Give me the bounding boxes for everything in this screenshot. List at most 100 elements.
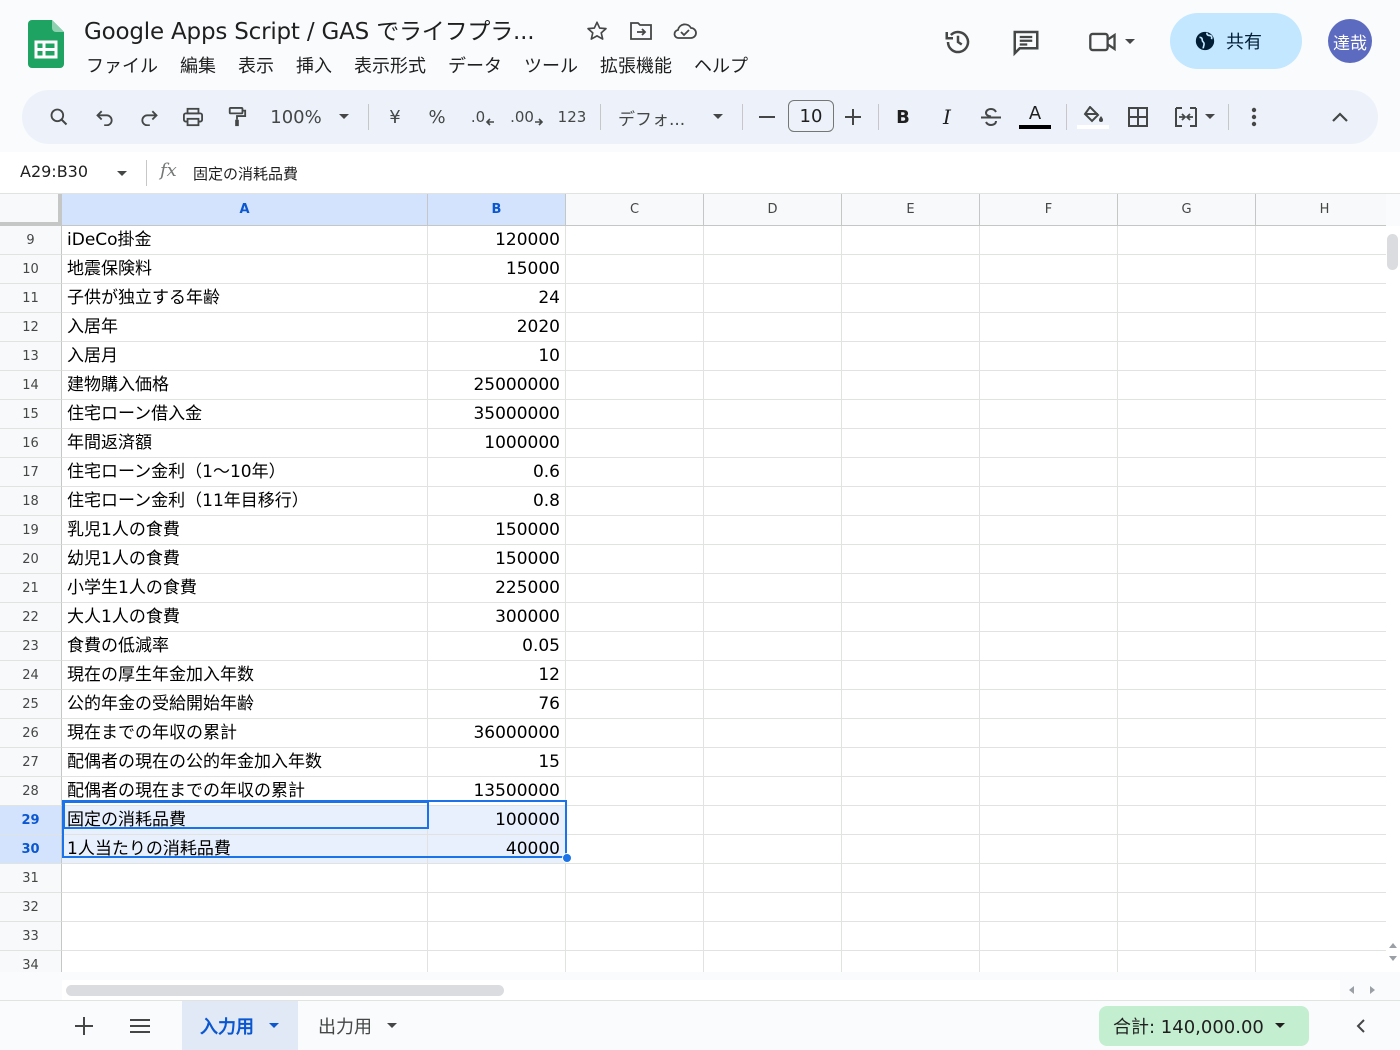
scroll-down-icon[interactable] (1389, 956, 1397, 962)
cell-g[interactable] (1118, 632, 1256, 661)
print-icon[interactable] (178, 90, 208, 144)
bold-button[interactable]: B (890, 90, 916, 144)
cell-f[interactable] (980, 603, 1118, 632)
cell-a[interactable]: 幼児1人の食費 (62, 545, 428, 574)
collapse-menus-icon[interactable] (1326, 90, 1354, 144)
cell-a[interactable]: 小学生1人の食費 (62, 574, 428, 603)
cell-c[interactable] (566, 719, 704, 748)
cell-d[interactable] (704, 313, 842, 342)
row-header[interactable]: 33 (0, 922, 62, 951)
cell-e[interactable] (842, 603, 980, 632)
cell-a[interactable]: 建物購入価格 (62, 371, 428, 400)
cell-h[interactable] (1256, 284, 1386, 313)
row-header[interactable]: 28 (0, 777, 62, 806)
sheet-tab-input[interactable]: 入力用 (182, 1001, 298, 1050)
cell-g[interactable] (1118, 458, 1256, 487)
side-panel-toggle-icon[interactable] (1344, 1001, 1378, 1050)
strikethrough-icon[interactable] (978, 90, 1004, 144)
cell-c[interactable] (566, 632, 704, 661)
cell-g[interactable] (1118, 400, 1256, 429)
cell-a[interactable]: 食費の低減率 (62, 632, 428, 661)
cell-a[interactable]: iDeCo掛金 (62, 226, 428, 255)
name-box[interactable]: A29:B30 (20, 162, 88, 181)
cell-e[interactable] (842, 516, 980, 545)
cell-e[interactable] (842, 371, 980, 400)
cell-h[interactable] (1256, 690, 1386, 719)
cell-d[interactable] (704, 574, 842, 603)
row-header[interactable]: 12 (0, 313, 62, 342)
cell-b[interactable]: 150000 (428, 545, 566, 574)
zoom-dropdown-icon[interactable] (334, 90, 354, 144)
menu-tools[interactable]: ツール (513, 52, 589, 78)
row-header[interactable]: 14 (0, 371, 62, 400)
meet-button[interactable] (1084, 26, 1140, 58)
row-header[interactable]: 26 (0, 719, 62, 748)
cell-c[interactable] (566, 661, 704, 690)
cell-g[interactable] (1118, 893, 1256, 922)
cell-c[interactable] (566, 458, 704, 487)
row-header[interactable]: 29 (0, 806, 62, 835)
cell-e[interactable] (842, 864, 980, 893)
menu-data[interactable]: データ (437, 52, 513, 78)
search-menus-icon[interactable] (44, 90, 74, 144)
cell-b[interactable]: 40000 (428, 835, 566, 864)
cell-a[interactable]: 乳児1人の食費 (62, 516, 428, 545)
cell-c[interactable] (566, 516, 704, 545)
cell-f[interactable] (980, 690, 1118, 719)
scroll-left-icon[interactable] (1348, 986, 1354, 994)
cell-h[interactable] (1256, 835, 1386, 864)
cell-b[interactable]: 36000000 (428, 719, 566, 748)
column-header-e[interactable]: E (842, 194, 980, 226)
cell-f[interactable] (980, 951, 1118, 972)
cell-h[interactable] (1256, 487, 1386, 516)
cell-e[interactable] (842, 545, 980, 574)
cell-h[interactable] (1256, 574, 1386, 603)
merge-cells-button[interactable] (1170, 90, 1220, 144)
cell-f[interactable] (980, 893, 1118, 922)
cell-f[interactable] (980, 719, 1118, 748)
cell-a[interactable]: 現在の厚生年金加入年数 (62, 661, 428, 690)
borders-icon[interactable] (1124, 90, 1152, 144)
decrease-decimal-button[interactable]: .0 (466, 90, 500, 144)
cell-h[interactable] (1256, 429, 1386, 458)
document-title[interactable]: Google Apps Script / GAS でライフプラ... (84, 12, 535, 46)
cell-f[interactable] (980, 835, 1118, 864)
cell-h[interactable] (1256, 313, 1386, 342)
cell-g[interactable] (1118, 516, 1256, 545)
cell-d[interactable] (704, 661, 842, 690)
cell-e[interactable] (842, 226, 980, 255)
row-header[interactable]: 27 (0, 748, 62, 777)
cell-b[interactable]: 0.6 (428, 458, 566, 487)
cell-f[interactable] (980, 632, 1118, 661)
cell-e[interactable] (842, 661, 980, 690)
cell-d[interactable] (704, 400, 842, 429)
cell-h[interactable] (1256, 226, 1386, 255)
cell-f[interactable] (980, 284, 1118, 313)
cell-d[interactable] (704, 806, 842, 835)
cell-b[interactable]: 25000000 (428, 371, 566, 400)
row-header[interactable]: 9 (0, 226, 62, 255)
text-color-button[interactable]: A (1018, 90, 1052, 144)
currency-format-button[interactable]: ¥ (382, 90, 408, 144)
move-folder-icon[interactable] (628, 18, 654, 44)
row-header[interactable]: 16 (0, 429, 62, 458)
row-header[interactable]: 17 (0, 458, 62, 487)
cell-h[interactable] (1256, 371, 1386, 400)
cell-c[interactable] (566, 545, 704, 574)
cell-d[interactable] (704, 371, 842, 400)
cell-b[interactable]: 15 (428, 748, 566, 777)
row-header[interactable]: 18 (0, 487, 62, 516)
row-header[interactable]: 22 (0, 603, 62, 632)
cell-g[interactable] (1118, 922, 1256, 951)
cell-d[interactable] (704, 893, 842, 922)
cell-h[interactable] (1256, 864, 1386, 893)
cell-h[interactable] (1256, 661, 1386, 690)
cell-f[interactable] (980, 574, 1118, 603)
cell-c[interactable] (566, 313, 704, 342)
row-header[interactable]: 20 (0, 545, 62, 574)
cell-a[interactable] (62, 922, 428, 951)
cell-g[interactable] (1118, 487, 1256, 516)
row-header[interactable]: 10 (0, 255, 62, 284)
decrease-font-size-icon[interactable] (756, 90, 778, 144)
more-options-icon[interactable] (1242, 90, 1266, 144)
